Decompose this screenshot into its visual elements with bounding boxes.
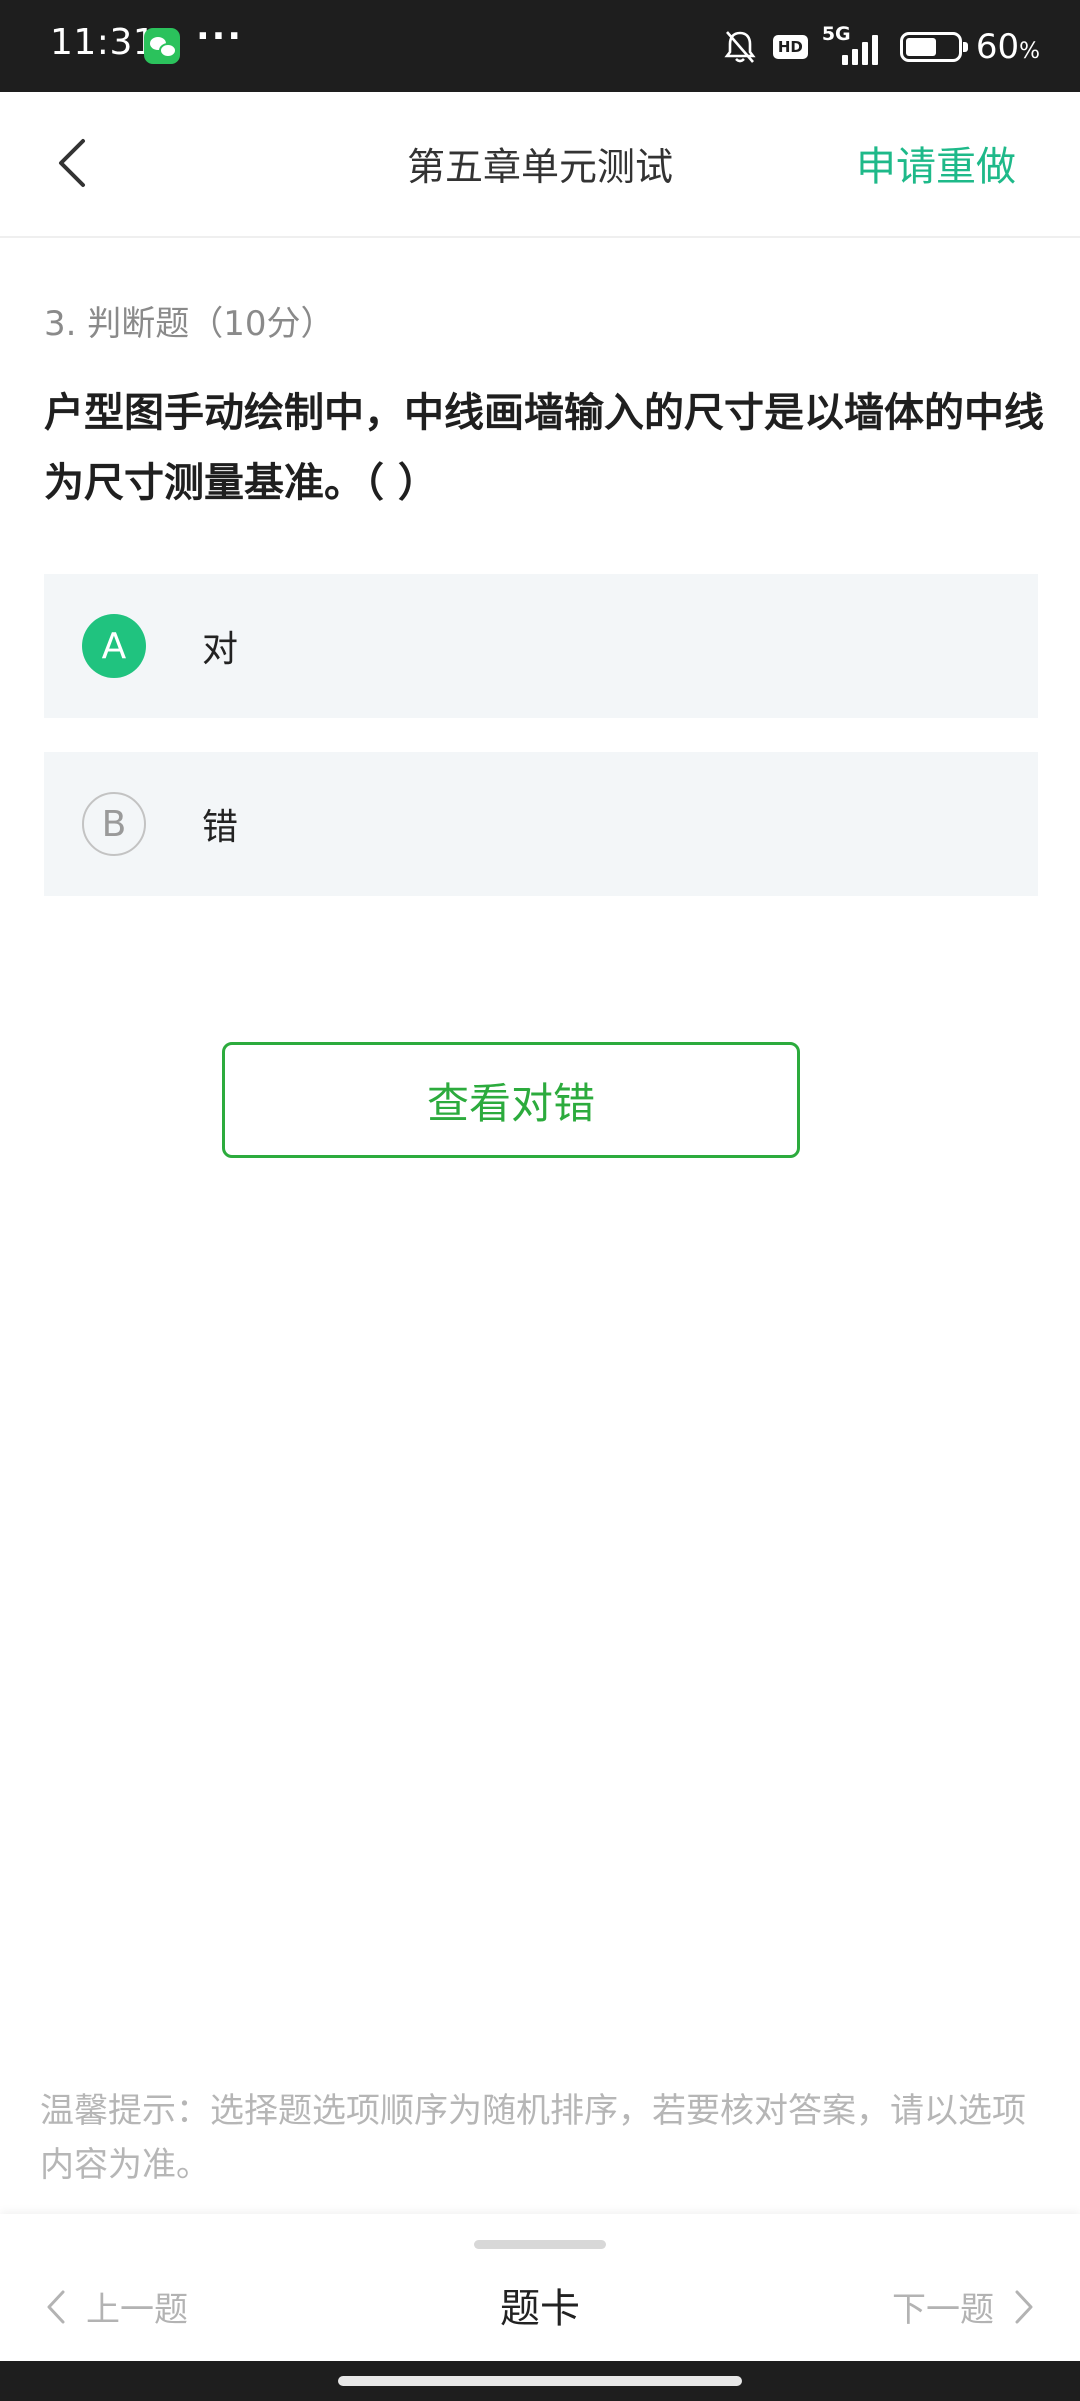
drag-handle[interactable] bbox=[474, 2240, 606, 2249]
option-b-text: 错 bbox=[202, 807, 239, 848]
request-redo-button[interactable]: 申请重做 bbox=[856, 134, 1016, 192]
option-b[interactable]: B 错 bbox=[44, 752, 1038, 896]
app-header: 第五章单元测试 申请重做 bbox=[0, 92, 1080, 238]
status-icons: HD 5G 60% bbox=[721, 22, 1040, 72]
check-answer-button[interactable]: 查看对错 bbox=[222, 1042, 800, 1158]
battery-percent: 60% bbox=[975, 27, 1040, 67]
status-time: 11:31 bbox=[50, 22, 157, 63]
question-meta: 3. 判断题（10分） bbox=[44, 304, 335, 344]
home-indicator[interactable] bbox=[338, 2376, 742, 2386]
signal-icon: 5G bbox=[822, 23, 886, 65]
question-text: 户型图手动绘制中，中线画墙输入的尺寸是以墙体的中线为尺寸测量基准。（ ） bbox=[44, 390, 1044, 506]
wechat-icon bbox=[144, 28, 180, 64]
next-question-label: 下一题 bbox=[892, 2290, 994, 2330]
network-type-label: 5G bbox=[821, 23, 851, 45]
option-a-letter: A bbox=[82, 614, 146, 678]
bell-muted-icon bbox=[721, 28, 759, 66]
more-notifications-icon: ··· bbox=[196, 16, 244, 57]
battery-icon bbox=[899, 32, 968, 62]
chevron-right-icon bbox=[1015, 2290, 1033, 2323]
tip-text: 温馨提示：选择题选项顺序为随机排序，若要核对答案，请以选项内容为准。 bbox=[40, 2091, 1026, 2185]
hd-badge: HD bbox=[772, 35, 808, 59]
option-a[interactable]: A 对 bbox=[44, 574, 1038, 718]
battery-fill bbox=[905, 38, 936, 56]
bottom-nav: 上一题 题卡 下一题 bbox=[0, 2214, 1080, 2361]
option-b-letter: B bbox=[82, 792, 146, 856]
option-a-text: 对 bbox=[202, 629, 239, 670]
system-nav-bar bbox=[0, 2361, 1080, 2401]
status-bar: 11:31 ··· HD 5G 60% bbox=[0, 0, 1080, 92]
next-question-button[interactable]: 下一题 bbox=[892, 2282, 1034, 2331]
